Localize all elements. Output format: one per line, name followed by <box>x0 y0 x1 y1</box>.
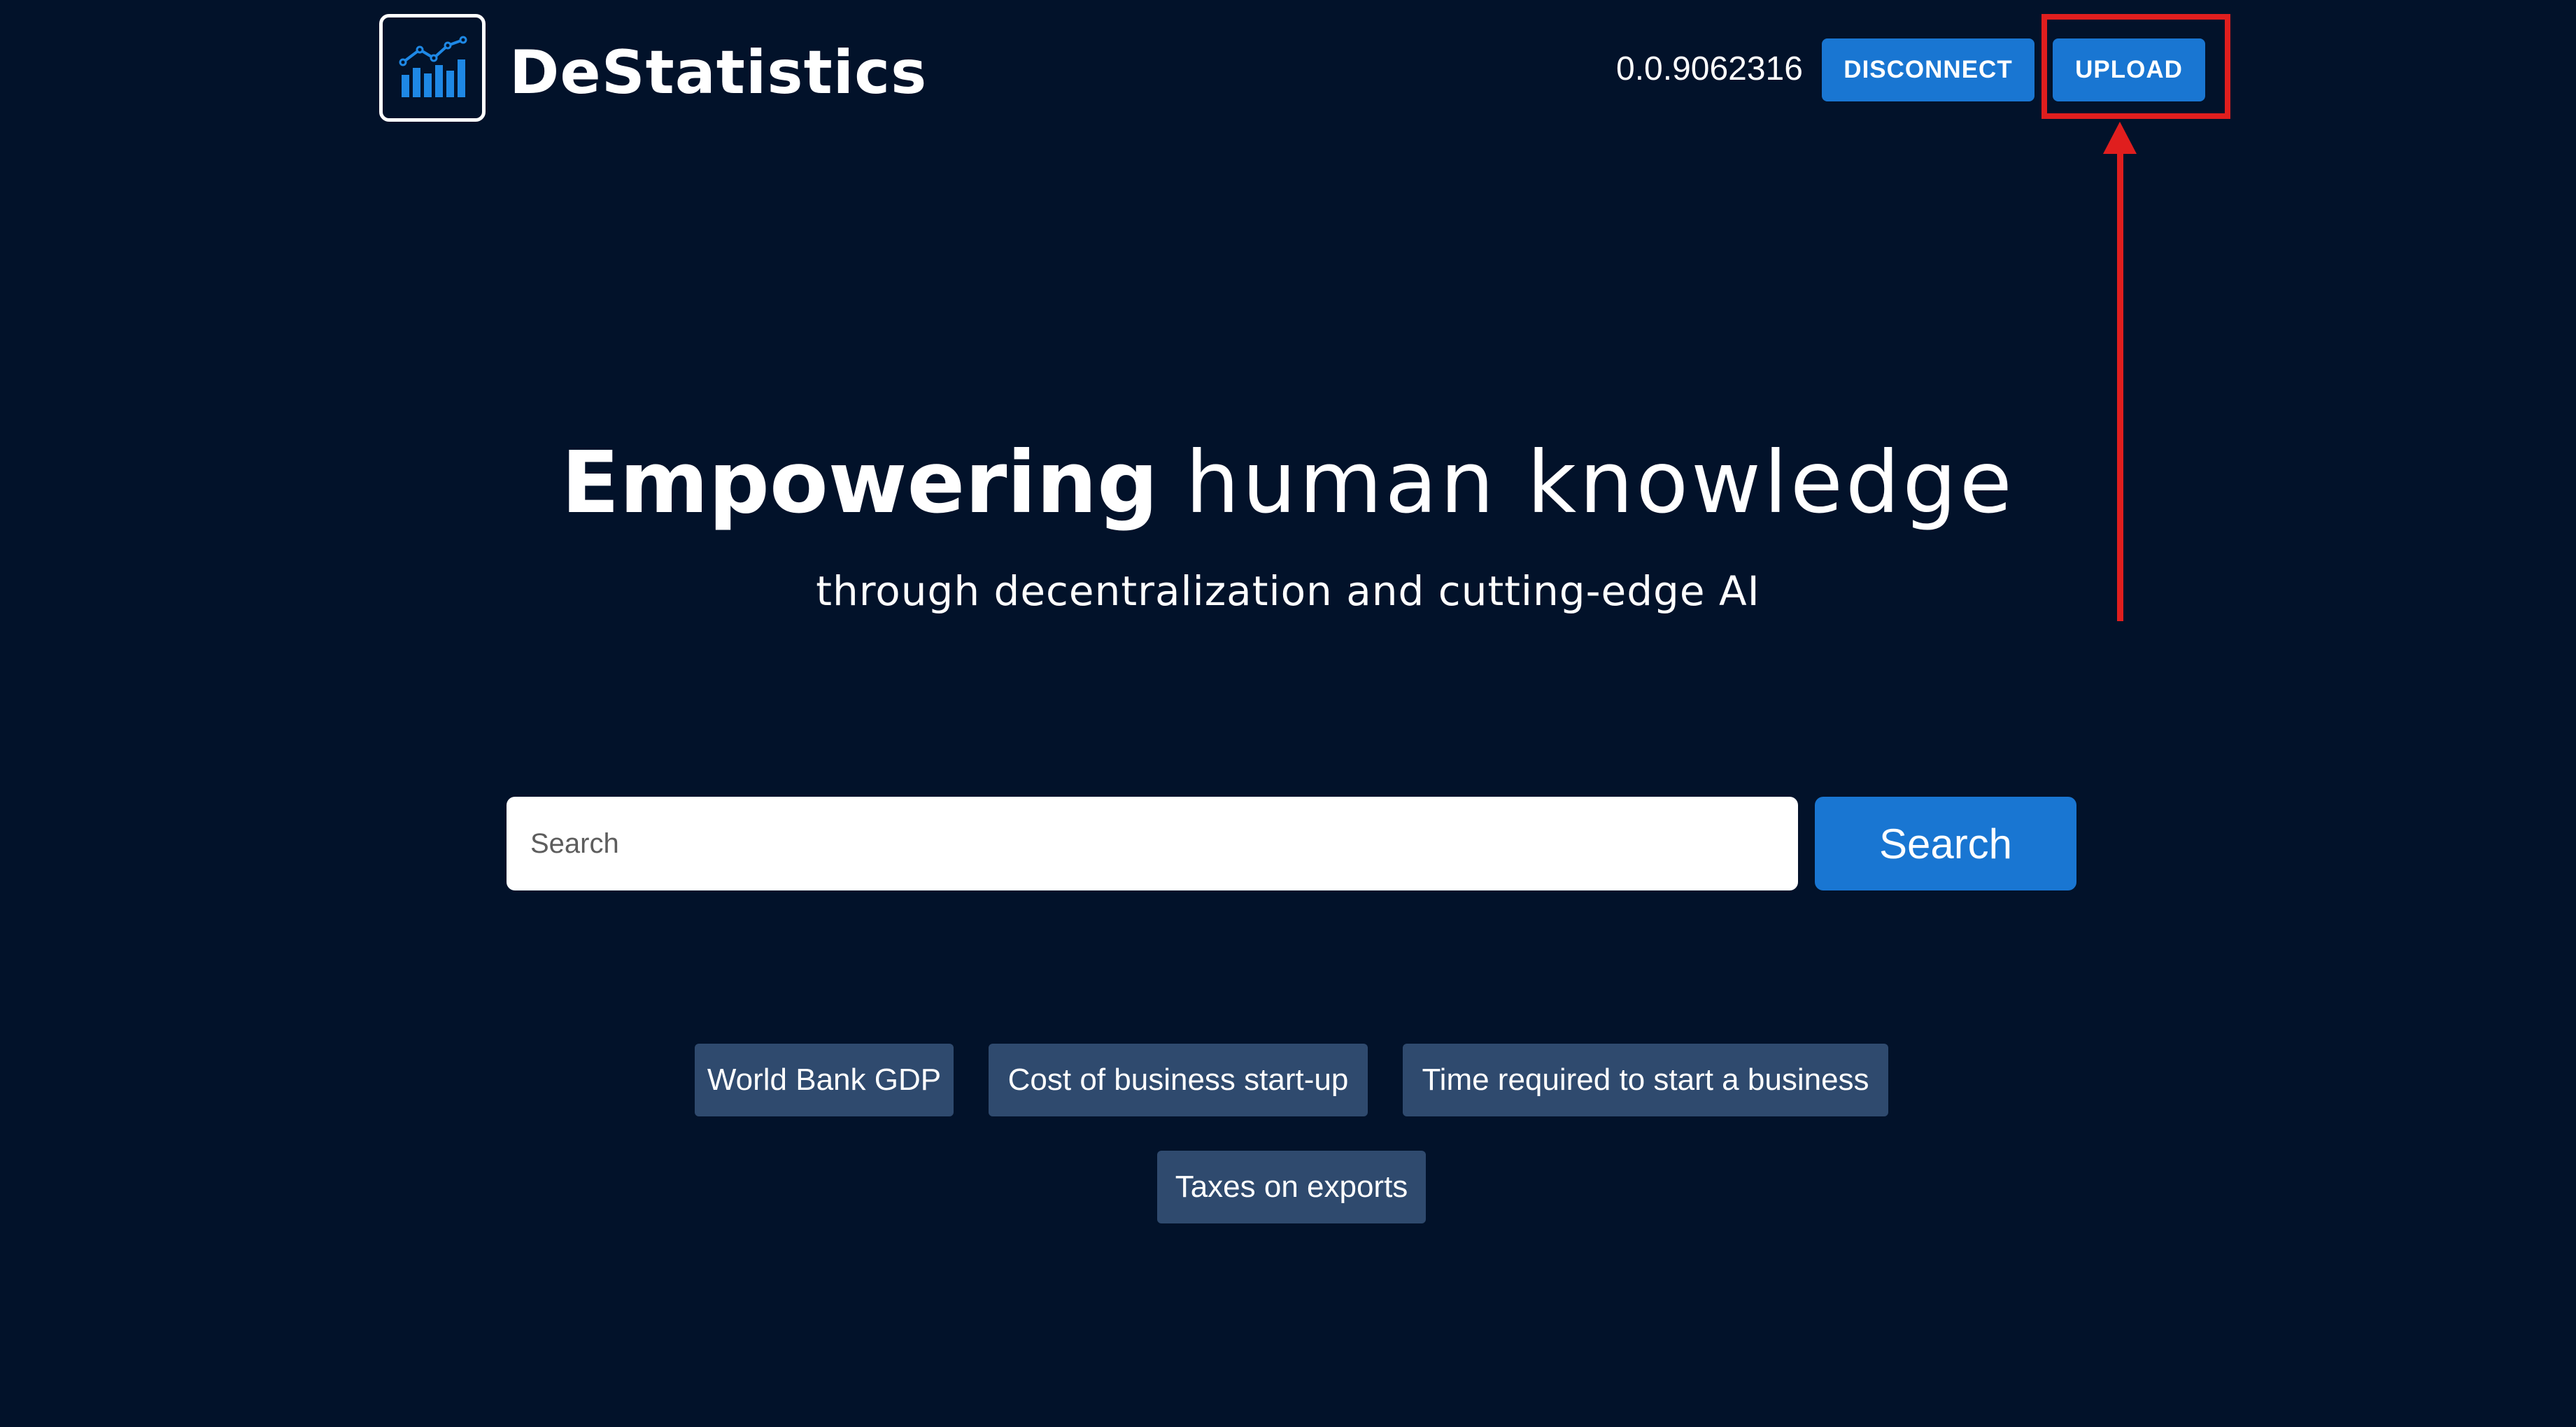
hero-subtitle: through decentralization and cutting-edg… <box>816 567 1760 615</box>
search-button[interactable]: Search <box>1815 797 2076 890</box>
account-balance: 0.0.9062316 <box>1616 50 1803 87</box>
disconnect-button[interactable]: DISCONNECT <box>1822 38 2034 101</box>
upload-highlight-box <box>2041 14 2230 119</box>
annotation-arrow-icon <box>2103 122 2137 621</box>
hero-title-light: human knowledge <box>1185 433 2015 532</box>
page: DeStatistics 0.0.9062316 DISCONNECT UPLO… <box>0 0 2576 1427</box>
suggestion-chip-world-bank-gdp[interactable]: World Bank GDP <box>695 1044 954 1116</box>
brand-name[interactable]: DeStatistics <box>509 31 927 115</box>
suggestion-chip-time-to-start-business[interactable]: Time required to start a business <box>1403 1044 1888 1116</box>
logo[interactable] <box>379 14 486 122</box>
hero-title: Empowering human knowledge <box>0 427 2576 539</box>
bar-chart-trend-icon <box>399 36 467 97</box>
suggestion-chip-cost-of-business-start-up[interactable]: Cost of business start-up <box>989 1044 1368 1116</box>
search-input[interactable] <box>507 797 1798 890</box>
suggestion-chip-taxes-on-exports[interactable]: Taxes on exports <box>1157 1151 1426 1223</box>
hero-title-strong: Empowering <box>561 433 1159 532</box>
